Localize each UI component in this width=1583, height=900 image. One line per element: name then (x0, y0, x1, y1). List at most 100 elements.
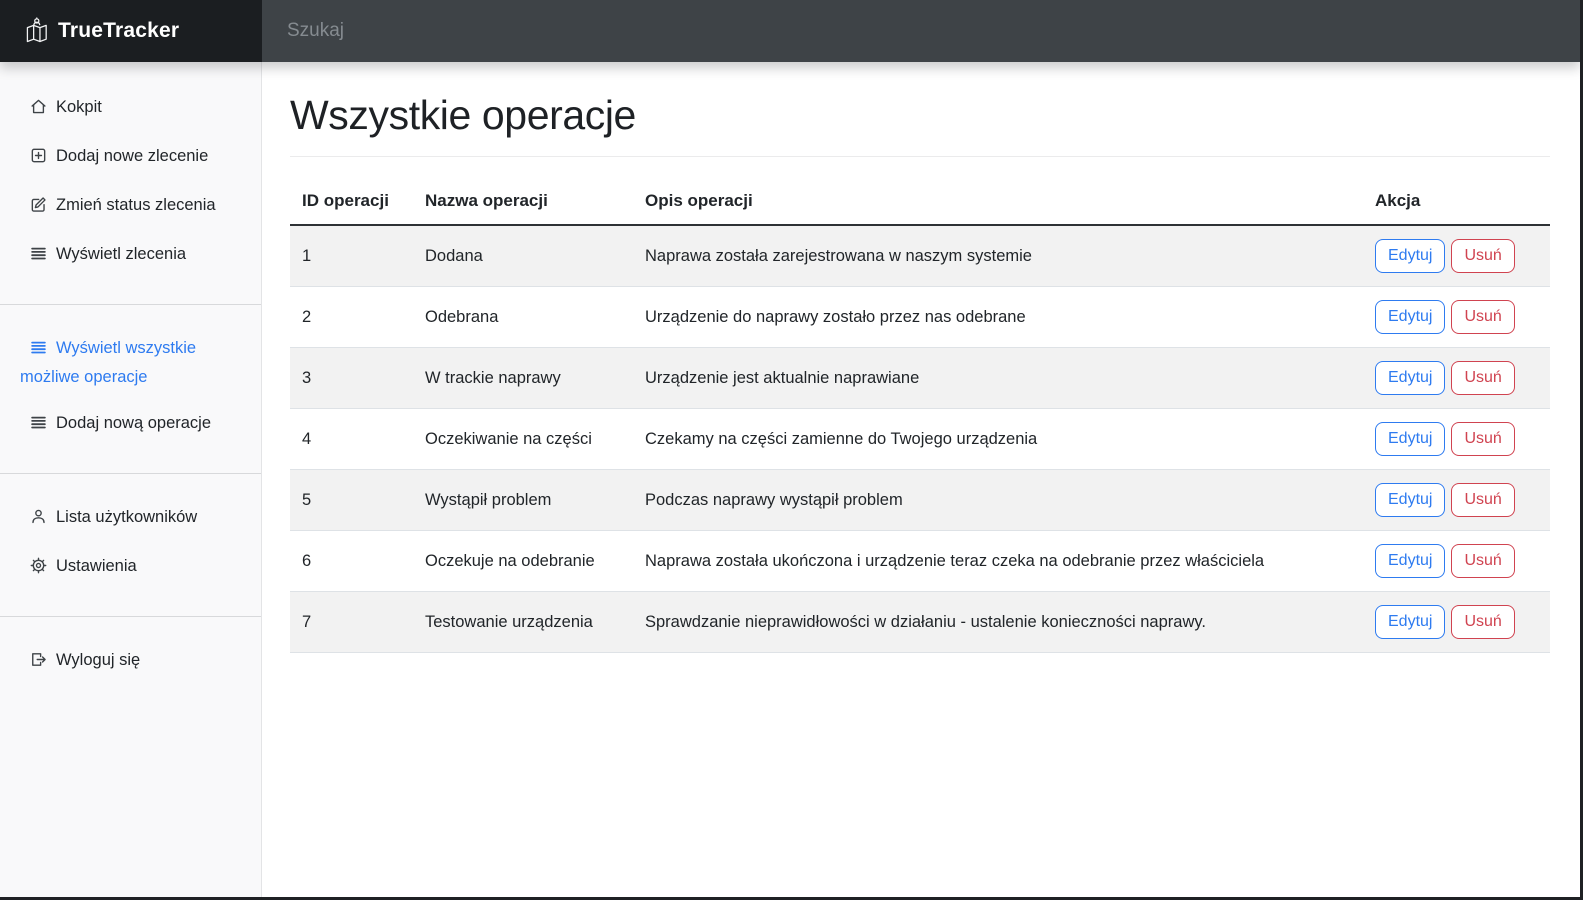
delete-button[interactable]: Usuń (1451, 300, 1514, 334)
operation-description-cell: Podczas naprawy wystąpił problem (633, 470, 1363, 531)
operation-id-cell: 6 (290, 531, 413, 592)
sidebar-item-label: Dodaj nowe zlecenie (56, 147, 208, 165)
operation-id-cell: 3 (290, 348, 413, 409)
delete-button[interactable]: Usuń (1451, 422, 1514, 456)
sidebar-item[interactable]: Wyświetl zlecenia (0, 231, 261, 280)
edit-button[interactable]: Edytuj (1375, 239, 1445, 273)
logout-icon (30, 650, 47, 676)
main-content: Wszystkie operacje ID operacjiNazwa oper… (262, 62, 1580, 897)
table-row: 7Testowanie urządzeniaSprawdzanie niepra… (290, 592, 1550, 653)
operations-table: ID operacjiNazwa operacjiOpis operacjiAk… (290, 165, 1550, 653)
edit-button[interactable]: Edytuj (1375, 605, 1445, 639)
operation-id-cell: 7 (290, 592, 413, 653)
sidebar-item-label: Wyloguj się (56, 651, 140, 669)
operation-name-cell: Dodana (413, 225, 633, 287)
actions-cell: EdytujUsuń (1363, 531, 1550, 592)
table-row: 4Oczekiwanie na częściCzekamy na części … (290, 409, 1550, 470)
sidebar: Kokpit Dodaj nowe zlecenie Zmień status zl… (0, 62, 262, 897)
table-row: 3W trackie naprawyUrządzenie jest aktual… (290, 348, 1550, 409)
sidebar-item-label: Dodaj nową operacje (56, 414, 211, 432)
delete-button[interactable]: Usuń (1451, 483, 1514, 517)
column-header: ID operacji (290, 165, 413, 225)
sidebar-item[interactable]: Dodaj nowe zlecenie (0, 133, 261, 182)
sidebar-item[interactable]: Lista użytkowników (0, 494, 261, 543)
operation-description-cell: Naprawa została ukończona i urządzenie t… (633, 531, 1363, 592)
sidebar-item[interactable]: Dodaj nową operacje (0, 400, 261, 449)
table-row: 6Oczekuje na odebranieNaprawa została uk… (290, 531, 1550, 592)
search-input[interactable] (285, 19, 1196, 43)
operation-id-cell: 2 (290, 287, 413, 348)
edit-button[interactable]: Edytuj (1375, 544, 1445, 578)
list-icon (30, 244, 47, 270)
operation-name-cell: Testowanie urządzenia (413, 592, 633, 653)
pencil-square-icon (30, 195, 47, 221)
operation-description-cell: Sprawdzanie nieprawidłowości w działaniu… (633, 592, 1363, 653)
table-row: 1DodanaNaprawa została zarejestrowana w … (290, 225, 1550, 287)
operation-name-cell: W trackie naprawy (413, 348, 633, 409)
delete-button[interactable]: Usuń (1451, 605, 1514, 639)
delete-button[interactable]: Usuń (1451, 544, 1514, 578)
edit-button[interactable]: Edytuj (1375, 483, 1445, 517)
sidebar-item-label: Ustawienia (56, 557, 137, 575)
sidebar-item-label: Wyświetl zlecenia (56, 245, 186, 263)
column-header: Opis operacji (633, 165, 1363, 225)
list-icon (30, 413, 47, 439)
operation-name-cell: Wystąpił problem (413, 470, 633, 531)
sidebar-group: Wyświetl wszystkie możliwe operacje Dodaj… (0, 325, 261, 449)
robot-map-logo-icon (24, 17, 53, 46)
edit-button[interactable]: Edytuj (1375, 300, 1445, 334)
actions-cell: EdytujUsuń (1363, 348, 1550, 409)
top-header: TrueTracker (0, 0, 1580, 62)
plus-square-icon (30, 146, 47, 172)
table-header: ID operacjiNazwa operacjiOpis operacjiAk… (290, 165, 1550, 225)
actions-cell: EdytujUsuń (1363, 470, 1550, 531)
operation-name-cell: Oczekiwanie na części (413, 409, 633, 470)
sidebar-item[interactable]: Ustawienia (0, 543, 261, 592)
sidebar-item-label: Zmień status zlecenia (56, 196, 216, 214)
app-window: TrueTracker Kokpit Dodaj nowe zlecenie Zmi… (0, 0, 1583, 900)
operation-id-cell: 4 (290, 409, 413, 470)
title-divider (290, 156, 1550, 157)
sidebar-item-label: Kokpit (56, 98, 102, 116)
column-header: Nazwa operacji (413, 165, 633, 225)
header-search (262, 0, 1580, 62)
operation-id-cell: 1 (290, 225, 413, 287)
table-row: 5Wystąpił problemPodczas naprawy wystąpi… (290, 470, 1550, 531)
sidebar-divider (0, 304, 261, 305)
column-header: Akcja (1363, 165, 1550, 225)
edit-button[interactable]: Edytuj (1375, 361, 1445, 395)
gear-icon (30, 556, 47, 582)
operation-description-cell: Naprawa została zarejestrowana w naszym … (633, 225, 1363, 287)
edit-button[interactable]: Edytuj (1375, 422, 1445, 456)
operation-id-cell: 5 (290, 470, 413, 531)
table-body: 1DodanaNaprawa została zarejestrowana w … (290, 225, 1550, 653)
operation-description-cell: Urządzenie do naprawy zostało przez nas … (633, 287, 1363, 348)
operation-description-cell: Czekamy na części zamienne do Twojego ur… (633, 409, 1363, 470)
sidebar-group: Lista użytkowników Ustawienia (0, 494, 261, 592)
home-icon (30, 97, 47, 123)
sidebar-group: Wyloguj się (0, 637, 261, 686)
actions-cell: EdytujUsuń (1363, 225, 1550, 287)
sidebar-item[interactable]: Zmień status zlecenia (0, 182, 261, 231)
actions-cell: EdytujUsuń (1363, 409, 1550, 470)
sidebar-item[interactable]: Wyświetl wszystkie możliwe operacje (0, 325, 261, 400)
brand[interactable]: TrueTracker (0, 0, 262, 62)
table-row: 2OdebranaUrządzenie do naprawy zostało p… (290, 287, 1550, 348)
operation-name-cell: Odebrana (413, 287, 633, 348)
sidebar-item-label: Lista użytkowników (56, 508, 197, 526)
sidebar-divider (0, 473, 261, 474)
operation-name-cell: Oczekuje na odebranie (413, 531, 633, 592)
person-icon (30, 507, 47, 533)
brand-name: TrueTracker (58, 19, 179, 43)
sidebar-divider (0, 616, 261, 617)
actions-cell: EdytujUsuń (1363, 287, 1550, 348)
content-row: Kokpit Dodaj nowe zlecenie Zmień status zl… (0, 62, 1580, 897)
sidebar-item[interactable]: Wyloguj się (0, 637, 261, 686)
sidebar-group: Kokpit Dodaj nowe zlecenie Zmień status zl… (0, 84, 261, 280)
operation-description-cell: Urządzenie jest aktualnie naprawiane (633, 348, 1363, 409)
actions-cell: EdytujUsuń (1363, 592, 1550, 653)
delete-button[interactable]: Usuń (1451, 361, 1514, 395)
delete-button[interactable]: Usuń (1451, 239, 1514, 273)
sidebar-item[interactable]: Kokpit (0, 84, 261, 133)
page-title: Wszystkie operacje (290, 92, 1550, 139)
